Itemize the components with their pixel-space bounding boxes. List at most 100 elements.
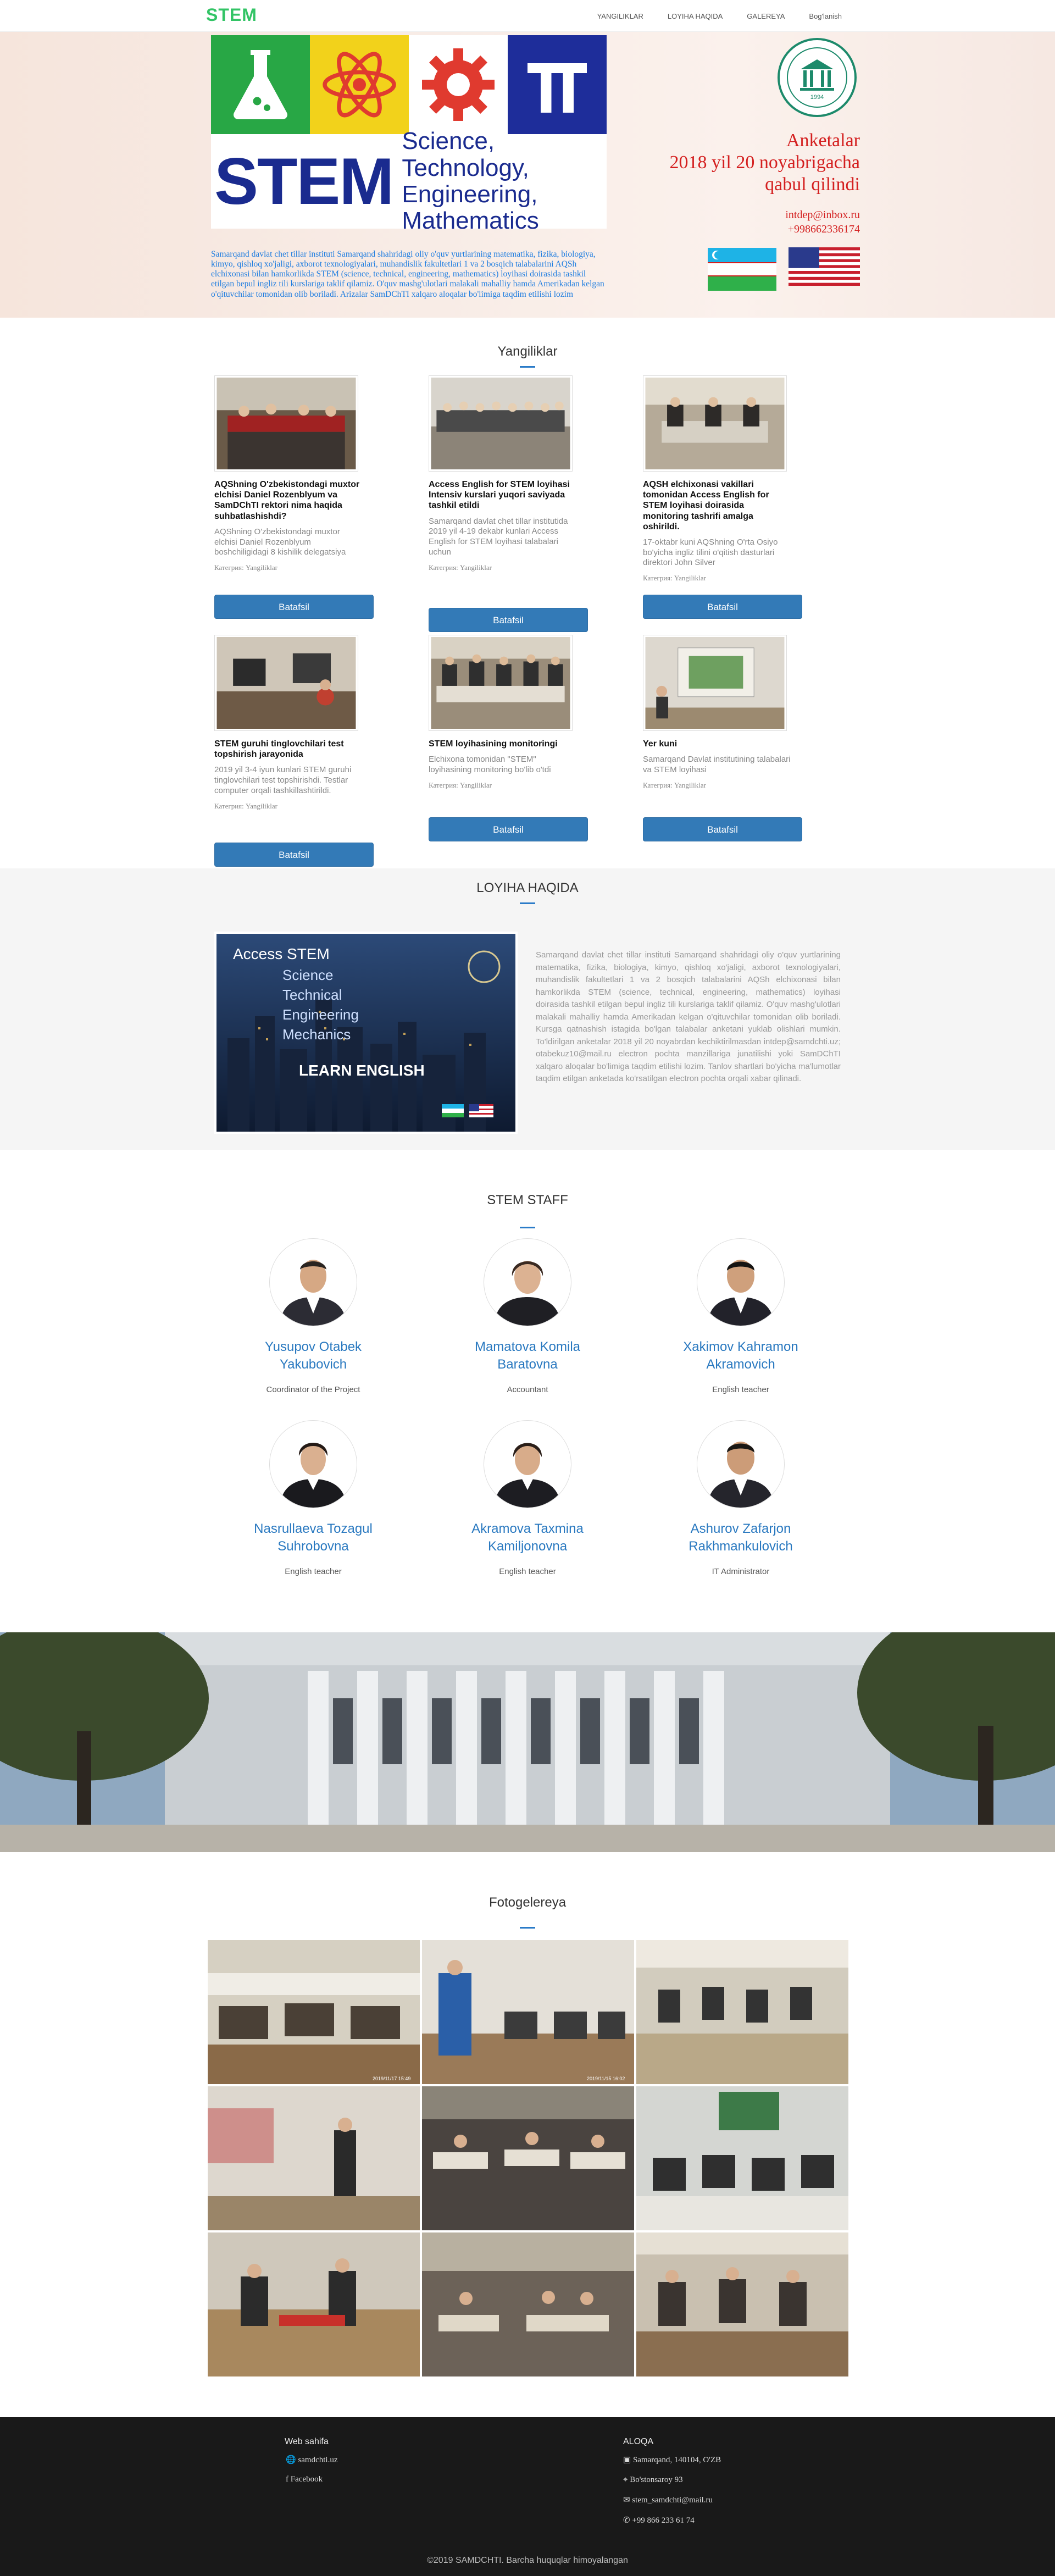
staff-member: Xakimov Kahramon Akramovich English teac… [658, 1238, 823, 1394]
news-title[interactable]: AQShning O'zbekistondagi muxtor elchisi … [214, 479, 363, 522]
news-image[interactable] [214, 635, 358, 731]
gallery-photo[interactable] [636, 1940, 848, 2084]
footer-facebook-label: Facebook [290, 2475, 323, 2484]
gallery-photo[interactable] [208, 2232, 420, 2376]
nav-link-news[interactable]: YANGILIKLAR [597, 12, 643, 20]
news-category: Категрия: Yangiliklar [643, 780, 706, 789]
staff-name: Akramova Taxmina Kamiljonovna [471, 1521, 584, 1554]
gallery-photo[interactable] [208, 2086, 420, 2230]
building-banner-image [0, 1632, 1055, 1852]
avatar [269, 1420, 357, 1508]
staff-role: Accountant [507, 1384, 548, 1394]
staff-role: English teacher [499, 1566, 556, 1576]
atom-icon [310, 35, 409, 134]
announcement-line-2: 2018 yil 20 noyabrigacha [669, 152, 860, 173]
staff-name: Ashurov Zafarjon Rakhmankulovich [688, 1521, 793, 1554]
gallery-photo[interactable] [422, 2086, 634, 2230]
news-image[interactable] [429, 375, 573, 472]
uzbekistan-flag-icon [708, 248, 776, 291]
news-excerpt: Samarqand davlat chet tillar institutida… [429, 516, 568, 557]
footer-email[interactable]: ✉ stem_samdchti@mail.ru [623, 2495, 721, 2505]
stem-subtitle: Science, Technology, Engineering, Mathem… [402, 128, 607, 235]
nav-link-about[interactable]: LOYIHA HAQIDA [668, 12, 723, 20]
news-card: AQShning O'zbekistondagi muxtor elchisi … [214, 375, 363, 572]
read-more-button[interactable]: Batafsil [214, 843, 374, 867]
footer-website-label: samdchti.uz [298, 2456, 338, 2464]
announcement: Anketalar 2018 yil 20 noyabrigacha qabul… [632, 130, 860, 196]
hero-email[interactable]: intdep@inbox.ru [687, 208, 860, 222]
building-icon: ▣ [623, 2456, 631, 2464]
news-title[interactable]: Access English for STEM loyihasi Intensi… [429, 479, 577, 511]
read-more-button[interactable]: Batafsil [643, 595, 802, 619]
staff-name: Yusupov Otabek Yakubovich [264, 1339, 362, 1372]
footer-email-text: stem_samdchti@mail.ru [632, 2496, 713, 2505]
news-image[interactable] [643, 375, 787, 472]
footer-phone[interactable]: ✆ +99 866 233 61 74 [623, 2515, 721, 2525]
read-more-button[interactable]: Batafsil [429, 817, 588, 841]
gallery-photo[interactable] [422, 2232, 634, 2376]
photo-timestamp: 2019/11/17 15:49 [373, 2076, 410, 2081]
project-poster-image: Access STEM Science Technical Engineerin… [214, 932, 518, 1134]
photo-timestamp: 2019/11/15 16:02 [587, 2076, 625, 2081]
footer-street: ⌖ Bo'stonsaroy 93 [623, 2475, 721, 2485]
news-title[interactable]: AQSH elchixonasi vakillari tomonidan Acc… [643, 479, 791, 532]
news-card: Access English for STEM loyihasi Intensi… [429, 375, 577, 572]
hero-description: Samarqand davlat chet tillar instituti S… [211, 250, 604, 299]
staff-member: Ashurov Zafarjon Rakhmankulovich IT Admi… [658, 1420, 823, 1576]
site-footer: Web sahifa 🌐 samdchti.uz f Facebook ALOQ… [0, 2417, 1055, 2576]
gallery-photo[interactable]: 2019/11/15 16:02 [422, 1940, 634, 2084]
news-image[interactable] [429, 635, 573, 731]
envelope-icon: ✉ [623, 2496, 630, 2505]
news-excerpt: Elchixona tomonidan "STEM" loyihasining … [429, 755, 551, 774]
facebook-icon: f [286, 2475, 288, 2484]
poster-line-learn-english: LEARN ENGLISH [299, 1062, 425, 1079]
gallery-photo[interactable]: 2019/11/17 15:49 [208, 1940, 420, 2084]
news-image[interactable] [643, 635, 787, 731]
nav-links: YANGILIKLAR LOYIHA HAQIDA GALEREYA Bog'l… [597, 0, 842, 32]
stem-title-box: STEM Science, Technology, Engineering, M… [211, 128, 607, 234]
news-section-title: Yangiliklar [497, 344, 558, 359]
staff-role: Coordinator of the Project [266, 1384, 360, 1394]
avatar [697, 1420, 785, 1508]
news-excerpt: Samarqand Davlat institutining talabalar… [643, 755, 791, 774]
footer-web-column: Web sahifa 🌐 samdchti.uz f Facebook [285, 2437, 338, 2494]
news-category: Категрия: Yangiliklar [643, 574, 706, 583]
gear-icon [409, 35, 508, 134]
hero-phone[interactable]: +998662336174 [687, 222, 860, 236]
stem-icon-blocks [211, 35, 607, 134]
staff-role: English teacher [712, 1384, 769, 1394]
flask-icon [211, 35, 310, 134]
footer-contact-title: ALOQA [623, 2437, 654, 2446]
read-more-button[interactable]: Batafsil [214, 595, 374, 619]
announcement-line-3: qabul qilindi [765, 174, 860, 195]
read-more-button[interactable]: Batafsil [643, 817, 802, 841]
usa-flag-icon [789, 247, 860, 286]
nav-link-gallery[interactable]: GALEREYA [747, 12, 785, 20]
news-excerpt: AQShning O'zbekistondagi muxtor elchisi … [214, 527, 346, 557]
location-icon: ⌖ [623, 2475, 628, 2484]
footer-copyright: ©2019 SAMDCHTI. Barcha huquqlar himoyala… [427, 2556, 628, 2565]
news-title[interactable]: STEM guruhi tinglovchilari test topshiri… [214, 739, 363, 760]
nav-link-contact[interactable]: Bog'lanish [809, 12, 842, 20]
footer-facebook-link[interactable]: f Facebook [285, 2475, 338, 2484]
pi-icon [508, 35, 607, 134]
avatar [697, 1238, 785, 1326]
footer-address: ▣ Samarqand, 140104, O'ZB [623, 2455, 721, 2465]
staff-section-title: STEM STAFF [487, 1193, 568, 1207]
news-category: Категрия: Yangiliklar [214, 801, 277, 810]
brand-logo[interactable]: STEM [206, 5, 257, 25]
news-title[interactable]: Yer kuni [643, 739, 791, 749]
gallery-photo[interactable] [636, 2232, 848, 2376]
staff-member: Akramova Taxmina Kamiljonovna English te… [445, 1420, 610, 1576]
gallery-photo[interactable] [636, 2086, 848, 2230]
avatar [484, 1238, 571, 1326]
news-card: Yer kuni Samarqand Davlat institutining … [643, 635, 791, 790]
news-image[interactable] [214, 375, 358, 472]
news-card: AQSH elchixonasi vakillari tomonidan Acc… [643, 375, 791, 583]
about-text: Samarqand davlat chet tillar instituti S… [536, 950, 841, 1083]
news-title[interactable]: STEM loyihasining monitoringi [429, 739, 577, 749]
footer-website-link[interactable]: 🌐 samdchti.uz [285, 2455, 338, 2465]
about-title-underline [520, 902, 535, 904]
read-more-button[interactable]: Batafsil [429, 608, 588, 632]
news-card: STEM loyihasining monitoringi Elchixona … [429, 635, 577, 790]
